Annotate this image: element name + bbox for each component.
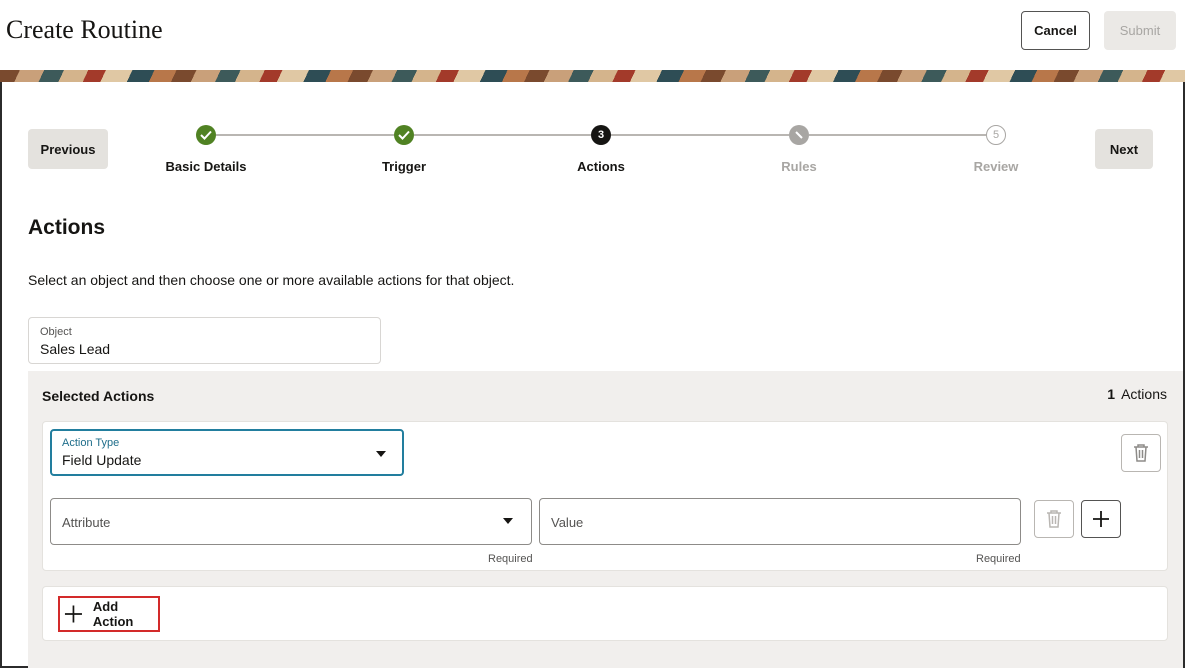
value-required-hint: Required [976,553,1021,565]
add-row-button[interactable] [1081,500,1121,538]
train-connector [809,134,986,136]
cancel-button[interactable]: Cancel [1021,11,1090,50]
step-rules-disabled-icon [789,125,809,145]
attribute-select[interactable]: Attribute [50,498,532,545]
attribute-placeholder: Attribute [62,515,111,530]
object-value: Sales Lead [40,341,111,357]
plus-icon [64,605,82,623]
caret-down-icon[interactable] [376,451,386,457]
trash-icon [1134,444,1148,462]
step-trigger-check-icon[interactable] [394,125,414,145]
step-label-review[interactable]: Review [926,159,1066,174]
step-basic-details-check-icon[interactable] [196,125,216,145]
add-action-label: Add Action [92,599,134,629]
value-input[interactable]: Value [539,498,1021,545]
step-label-trigger[interactable]: Trigger [334,159,474,174]
action-type-label: Action Type [62,437,120,449]
actions-count-label: Actions [1121,386,1167,402]
object-field[interactable]: Object Sales Lead [28,317,381,364]
selected-actions-panel: Selected Actions 1 Actions Action Type Fi… [28,371,1183,668]
action-type-value: Field Update [62,452,142,468]
train-connector [611,134,789,136]
attribute-required-hint: Required [488,553,533,565]
trash-icon [1047,510,1061,528]
train-connector [216,134,394,136]
step-review-marker[interactable]: 5 [986,125,1006,145]
step-actions-marker[interactable]: 3 [591,125,611,145]
next-button[interactable]: Next [1095,129,1153,169]
action-card: Action Type Field Update Attribute Requi… [42,421,1168,571]
step-label-rules: Rules [781,159,817,174]
caret-down-icon[interactable] [503,518,513,524]
train-connector [414,134,591,136]
step-label-actions[interactable]: Actions [531,159,671,174]
delete-row-button[interactable] [1034,500,1074,538]
section-title: Actions [28,216,106,239]
section-instructions: Select an object and then choose one or … [28,272,515,288]
page-header: Create Routine Cancel Submit [0,0,1185,70]
add-action-card: Add Action [42,586,1168,641]
previous-button[interactable]: Previous [28,129,108,169]
object-label: Object [40,326,72,338]
value-placeholder: Value [551,515,584,530]
submit-button[interactable]: Submit [1104,11,1176,50]
decorative-banner [0,70,1185,82]
actions-count-number: 1 [1107,386,1116,402]
selected-actions-title: Selected Actions [42,388,155,404]
delete-action-button[interactable] [1121,434,1161,472]
step-label-basic-details[interactable]: Basic Details [136,159,276,174]
plus-icon [1093,511,1109,527]
page-title: Create Routine [6,15,163,44]
action-type-select[interactable]: Action Type Field Update [50,429,404,476]
actions-count: 1 Actions [1107,386,1167,402]
add-action-button[interactable]: Add Action [58,596,160,632]
